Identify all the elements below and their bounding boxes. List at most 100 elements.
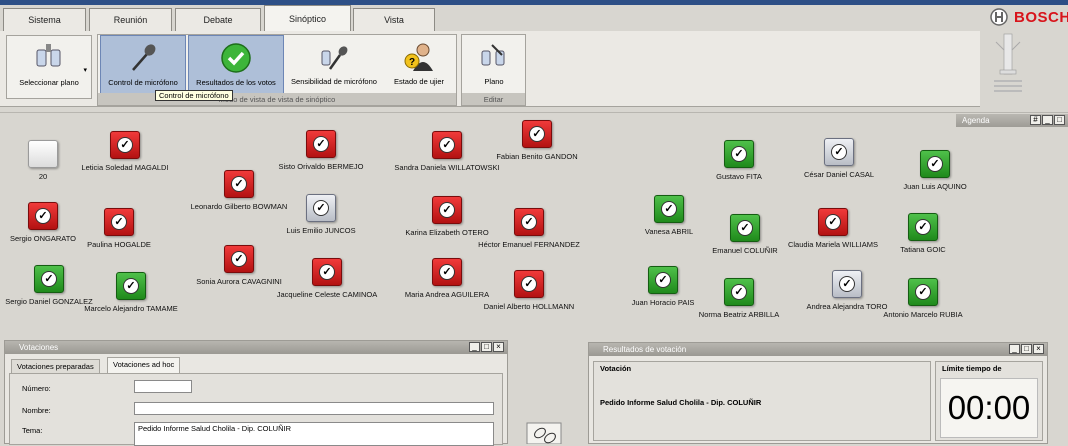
seat-tool-icon[interactable]	[526, 422, 562, 444]
tab-votaciones-ad-hoc[interactable]: Votaciones ad hoc	[107, 357, 181, 373]
check-icon: ✓	[529, 126, 545, 142]
seat-20[interactable]: ✓ Vanesa ABRIL	[645, 195, 693, 236]
results-title-bar: Resultados de votación _ □ ×	[589, 343, 1047, 356]
check-icon: ✓	[439, 202, 455, 218]
seat-vote-icon: ✓	[514, 208, 544, 236]
nombre-input[interactable]	[134, 402, 494, 415]
seat-name: Paulina HOGALDE	[87, 240, 151, 249]
tema-input[interactable]: Pedido Informe Salud Cholila - Dip. COLU…	[134, 422, 494, 446]
tooltip: Control de micrófono	[155, 90, 233, 101]
maximize-button[interactable]: □	[1021, 344, 1032, 354]
check-icon: ✓	[521, 214, 537, 230]
seat-name: Sisto Orivaldo BERMEJO	[278, 162, 364, 171]
brand-name: BOSCH	[1014, 9, 1068, 26]
seat-25[interactable]: ✓ Norma Beatriz ARBILLA	[699, 278, 779, 319]
seat-15[interactable]: ✓ Maria Andrea AGUILERA	[405, 258, 489, 299]
seat-6[interactable]: ✓ Sergio ONGARATO	[10, 202, 76, 243]
microphone-icon	[132, 44, 156, 71]
check-icon: ✓	[439, 264, 455, 280]
seat-vote-icon: ✓	[724, 140, 754, 168]
time-limit-label: Límite tiempo de	[942, 364, 1002, 373]
seat-vote-icon: ✓	[818, 208, 848, 236]
plan-edit-icon	[481, 44, 505, 66]
seat-24[interactable]: ✓ Juan Horacio PAIS	[632, 266, 694, 307]
seat-5[interactable]: ✓ Leonardo Gilberto BOWMAN	[191, 170, 287, 211]
check-icon: ✓	[111, 214, 127, 230]
seat-14[interactable]: ✓ Jacqueline Celeste CAMINOA	[277, 258, 377, 299]
seat-vote-icon: ✓	[522, 120, 552, 148]
check-icon: ✓	[439, 137, 455, 153]
seat-name: Leonardo Gilberto BOWMAN	[190, 202, 288, 211]
minimize-button[interactable]: _	[1042, 115, 1053, 125]
time-limit-box: Límite tiempo de 00:00	[935, 361, 1043, 441]
check-icon: ✓	[313, 136, 329, 152]
tab-vista[interactable]: Vista	[353, 8, 435, 31]
pin-button[interactable]: #	[1030, 115, 1041, 125]
maximize-button[interactable]: □	[1054, 115, 1065, 125]
close-button[interactable]: ×	[1033, 344, 1044, 354]
seat-name: Juan Luis AQUINO	[903, 182, 967, 191]
chevron-down-icon: ▾	[83, 67, 87, 74]
minimize-button[interactable]: _	[1009, 344, 1020, 354]
countdown-display: 00:00	[940, 378, 1038, 438]
seat-8[interactable]: ✓ Luis Emilio JUNCOS	[286, 194, 356, 235]
seat-16[interactable]: ✓ Daniel Alberto HOLLMANN	[484, 270, 574, 311]
seat-3[interactable]: ✓ Sandra Daniela WILLATOWSKI	[394, 131, 500, 172]
check-icon: ✓	[915, 219, 931, 235]
mic-sensitivity-button[interactable]: Sensibilidad de micrófono	[286, 35, 382, 94]
seat-18[interactable]: ✓ César Daniel CASAL	[804, 138, 874, 179]
tab-sistema[interactable]: Sistema	[3, 8, 86, 31]
tab-reunion[interactable]: Reunión	[89, 8, 172, 31]
mic-control-button[interactable]: Control de micrófono	[100, 35, 186, 94]
synoptic-view-mode-group: Control de micrófono Resultados de los v…	[97, 34, 457, 106]
seat-11[interactable]: ✓ Sergio Daniel GONZALEZ	[5, 265, 93, 306]
vote-results-button[interactable]: Resultados de los votos	[188, 35, 284, 94]
seat-vote-icon: ✓	[312, 258, 342, 286]
numero-input[interactable]	[134, 380, 192, 393]
seat-9[interactable]: ✓ Karina Elizabeth OTERO	[405, 196, 489, 237]
agenda-panel-header[interactable]: Agenda # _ □	[956, 114, 1068, 127]
seat-vote-icon: ✓	[306, 194, 336, 222]
usher-status-button[interactable]: ? Estado de ujier	[384, 35, 454, 94]
check-icon: ✓	[915, 284, 931, 300]
check-icon: ✓	[831, 144, 847, 160]
seat-vote-icon: ✓	[306, 130, 336, 158]
tab-sinoptico[interactable]: Sinóptico	[264, 5, 351, 31]
seat-21[interactable]: ✓ Emanuel COLUÑIR	[712, 214, 778, 255]
seat-1[interactable]: ✓ Leticia Soledad MAGALDI	[81, 131, 169, 172]
maximize-button[interactable]: □	[481, 342, 492, 352]
check-icon: ✓	[231, 251, 247, 267]
select-plan-button[interactable]: Seleccionar plano ▾	[6, 35, 92, 99]
numero-label: Número:	[22, 384, 51, 393]
tab-debate[interactable]: Debate	[175, 8, 261, 31]
tab-votaciones-preparadas[interactable]: Votaciones preparadas	[11, 359, 100, 373]
minimize-button[interactable]: _	[469, 342, 480, 352]
seat-name: Fabian Benito GANDON	[496, 152, 578, 161]
seat-23[interactable]: ✓ Tatiana GOIC	[900, 213, 946, 254]
seat-2[interactable]: ✓ Sisto Orivaldo BERMEJO	[278, 130, 364, 171]
seat-19[interactable]: ✓ Juan Luis AQUINO	[903, 150, 967, 191]
seat-27[interactable]: ✓ Antonio Marcelo RUBIA	[883, 278, 963, 319]
close-button[interactable]: ×	[493, 342, 504, 352]
ribbon-toolbar: Seleccionar plano ▾ Control de micrófono…	[0, 31, 980, 107]
results-title: Resultados de votación	[603, 345, 687, 354]
seat-name: Sergio ONGARATO	[10, 234, 76, 243]
seat-22[interactable]: ✓ Claudia Mariela WILLIAMS	[788, 208, 878, 249]
legislature-emblem-icon	[994, 33, 1022, 92]
seat-13[interactable]: ✓ Sonia Aurora CAVAGNINI	[196, 245, 282, 286]
seat-10[interactable]: ✓ Héctor Emanuel FERNANDEZ	[478, 208, 580, 249]
adhoc-form: Número: Nombre: Tema: Pedido Informe Sal…	[9, 373, 503, 446]
seat-vote-icon: ✓	[920, 150, 950, 178]
plan-button[interactable]: Plano	[464, 35, 524, 94]
seat-0[interactable]: 20	[28, 140, 58, 181]
results-panel: Resultados de votación _ □ × Votación Pedi…	[588, 342, 1048, 444]
seat-26[interactable]: ✓ Andrea Alejandra TORO	[806, 270, 888, 311]
seat-17[interactable]: ✓ Gustavo FITA	[716, 140, 762, 181]
svg-text:?: ?	[409, 57, 415, 68]
seat-name: Leticia Soledad MAGALDI	[81, 163, 169, 172]
seat-4[interactable]: ✓ Fabian Benito GANDON	[496, 120, 578, 161]
seat-12[interactable]: ✓ Marcelo Alejandro TAMAME	[84, 272, 178, 313]
seat-7[interactable]: ✓ Paulina HOGALDE	[87, 208, 151, 249]
group-footer-edit: Editar	[462, 93, 525, 105]
seat-name: Vanesa ABRIL	[644, 227, 694, 236]
